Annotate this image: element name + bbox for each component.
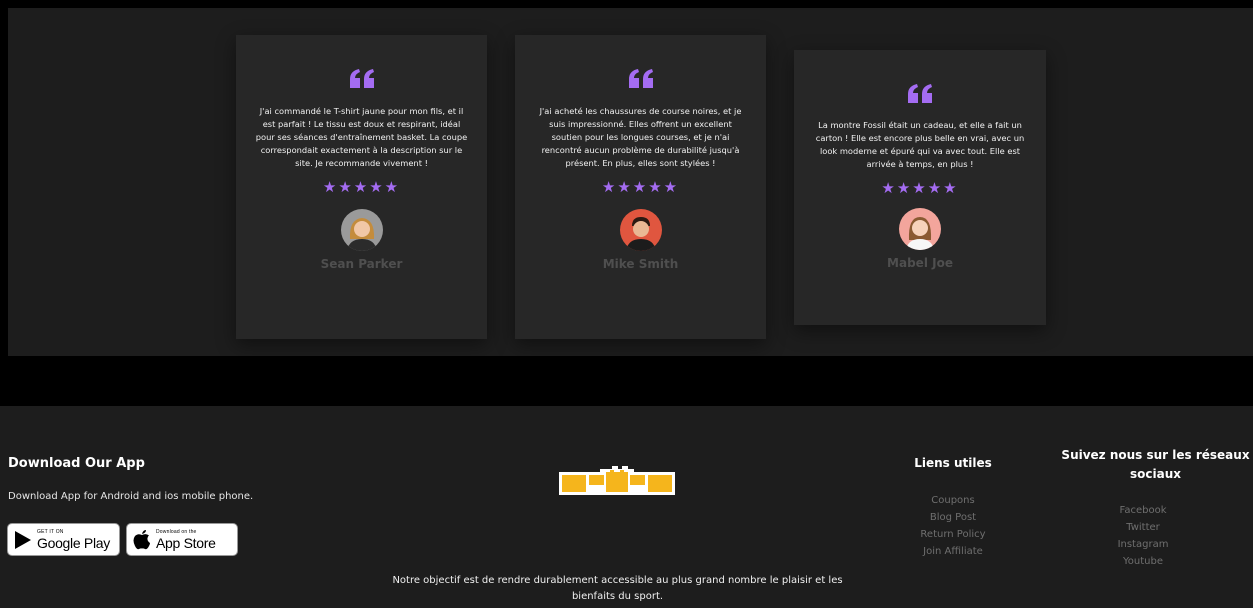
reviewer-name: Mike Smith: [602, 257, 679, 271]
google-play-icon: [15, 530, 31, 549]
link-youtube[interactable]: Youtube: [1058, 553, 1228, 570]
reviewer-name: Sean Parker: [320, 257, 403, 271]
section-divider: [0, 356, 1253, 406]
testimonial-card: J'ai commandé le T-shirt jaune pour mon …: [236, 35, 487, 339]
app-description: Download App for Android and ios mobile …: [8, 491, 254, 502]
testimonials-section: J'ai commandé le T-shirt jaune pour mon …: [8, 8, 1253, 356]
google-play-button[interactable]: GET IT ON Google Play: [7, 523, 120, 556]
link-return-policy[interactable]: Return Policy: [893, 526, 1013, 543]
testimonial-card: La montre Fossil était un cadeau, et ell…: [794, 50, 1046, 325]
quote-icon: [628, 69, 653, 88]
testimonial-text: J'ai commandé le T-shirt jaune pour mon …: [255, 106, 468, 168]
app-store-label: App Store: [156, 534, 216, 551]
star-rating: ★★★★★: [601, 178, 680, 196]
avatar: [340, 209, 383, 251]
app-title: Download Our App: [8, 456, 145, 471]
testimonial-card: J'ai acheté les chaussures de course noi…: [515, 35, 766, 339]
link-coupons[interactable]: Coupons: [893, 492, 1013, 509]
testimonial-text: J'ai acheté les chaussures de course noi…: [539, 106, 742, 168]
mission-statement: Notre objectif est de rendre durablement…: [392, 575, 843, 602]
testimonial-text: La montre Fossil était un cadeau, et ell…: [815, 120, 1025, 169]
link-join-affiliate[interactable]: Join Affiliate: [893, 543, 1013, 560]
useful-links-list: Coupons Blog Post Return Policy Join Aff…: [893, 492, 1013, 560]
footer: Download Our App Download App for Androi…: [0, 406, 1253, 608]
brand-logo[interactable]: [556, 460, 678, 498]
avatar: [619, 209, 662, 251]
link-twitter[interactable]: Twitter: [1058, 519, 1228, 536]
app-store-button[interactable]: Download on the App Store: [126, 523, 238, 556]
reviewer-name: Mabel Joe: [887, 256, 953, 270]
apple-icon: [133, 530, 150, 550]
star-rating: ★★★★★: [322, 178, 401, 196]
social-title: Suivez nous sur les réseaux sociaux: [1061, 448, 1250, 481]
link-facebook[interactable]: Facebook: [1058, 502, 1228, 519]
link-instagram[interactable]: Instagram: [1058, 536, 1228, 553]
social-links-list: Facebook Twitter Instagram Youtube: [1058, 502, 1228, 570]
star-rating: ★★★★★: [881, 179, 959, 197]
link-blog-post[interactable]: Blog Post: [893, 509, 1013, 526]
google-play-label: Google Play: [37, 534, 110, 551]
useful-links-title: Liens utiles: [914, 456, 992, 470]
quote-icon: [349, 69, 374, 88]
avatar: [899, 208, 941, 250]
quote-icon: [908, 84, 932, 103]
